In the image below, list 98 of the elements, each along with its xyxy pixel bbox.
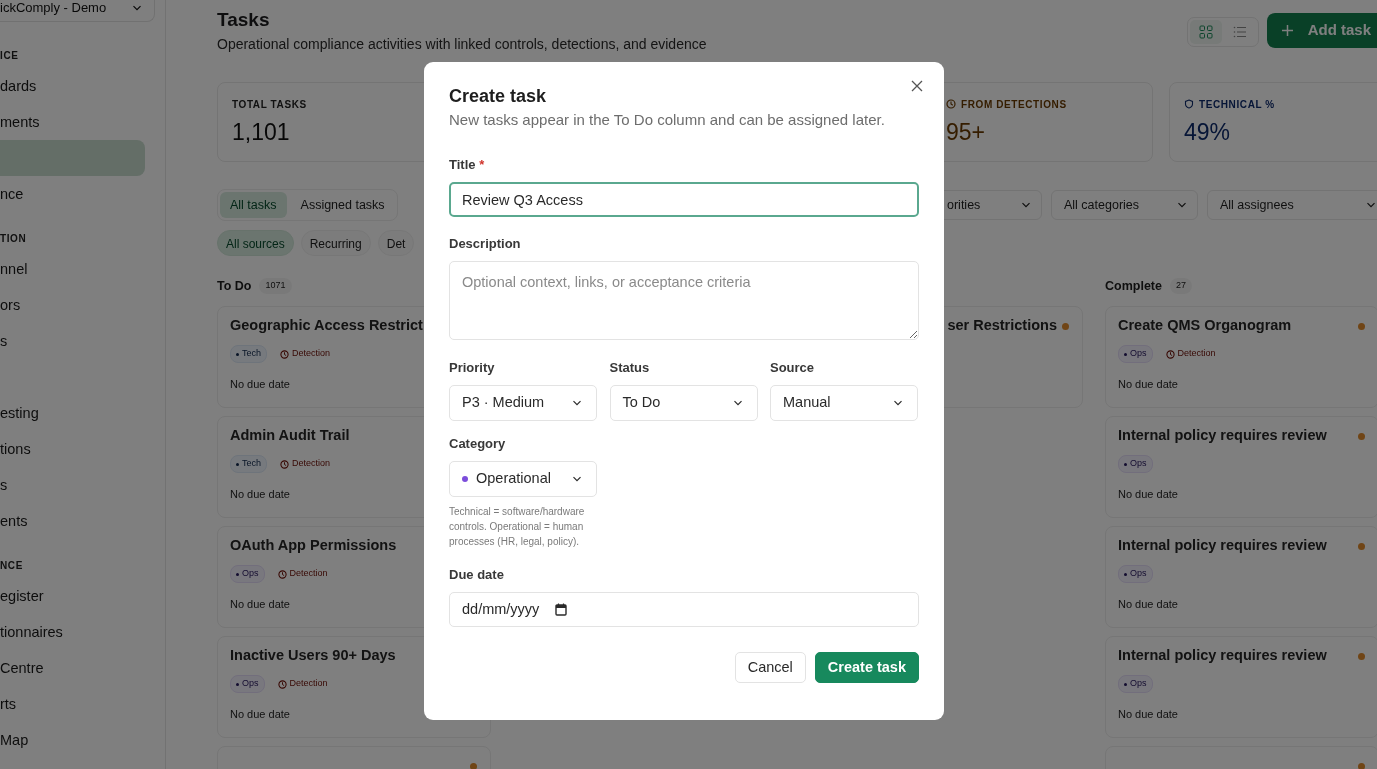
chevron-icon	[893, 398, 903, 408]
task-title: Internal policy requires review	[1118, 536, 1327, 556]
task-title: Inactive Users 90+ Days	[230, 646, 396, 666]
category-tag: Ops	[230, 565, 265, 583]
create-button[interactable]: Create task	[814, 652, 919, 683]
grid-view-button[interactable]	[1189, 20, 1222, 44]
select-field[interactable]: P3 · Medium	[449, 385, 597, 421]
category-tag: Tech	[230, 455, 267, 473]
field-label: Description	[449, 236, 521, 251]
sidebar-item[interactable]: tionnaires	[0, 614, 145, 650]
sidebar-item[interactable]: ments	[0, 104, 145, 140]
dialog-title: Create task	[449, 85, 548, 108]
due-date: No due date	[1118, 707, 1179, 722]
task-title: Create QMS Organogram	[1118, 316, 1292, 336]
source-filter-chip[interactable]: Recurring	[300, 230, 371, 256]
stat-value: 95+	[946, 118, 986, 147]
sidebar-item[interactable]: dards	[0, 68, 145, 104]
due-date: No due date	[230, 487, 291, 502]
detection-label: Detection	[289, 567, 328, 581]
dialog-subtitle: New tasks appear in the To Do column and can be assigned later.	[449, 110, 885, 130]
date-field[interactable]: dd/mm/yyyy	[449, 592, 919, 627]
source-filter-chip[interactable]: All sources	[217, 230, 294, 256]
stat-label: FROM DETECTIONS	[961, 97, 1067, 112]
calendar-icon[interactable]	[555, 603, 568, 616]
task-title: OAuth App Permissions	[230, 536, 397, 556]
sidebar-item[interactable]: rts	[0, 686, 145, 722]
description-field[interactable]: Optional context, links, or acceptance criteria	[449, 261, 919, 340]
select-field[interactable]: To Do	[609, 385, 758, 421]
category-tag: Ops	[230, 675, 265, 693]
task-title: Internal policy requires review	[1118, 646, 1327, 666]
close-icon	[910, 79, 924, 93]
sidebar-item[interactable]: nnel	[0, 251, 145, 287]
detection-label: Detection	[292, 457, 331, 471]
section-heading: ICE	[0, 49, 20, 63]
shield-icon	[1184, 99, 1194, 109]
task-title: Geographic Access Restrict	[230, 316, 423, 336]
required-mark: *	[479, 157, 485, 172]
sidebar-item[interactable]: egister	[0, 578, 145, 614]
count-badge: 1071	[259, 278, 292, 294]
due-date: No due date	[1118, 597, 1179, 612]
source-filter-chip[interactable]: Det	[377, 230, 415, 256]
due-date: No due date	[1118, 377, 1179, 392]
filter-dropdown[interactable]: All categories	[1051, 190, 1198, 220]
add-task-button[interactable]: Add task	[1266, 13, 1377, 48]
filter-dropdown[interactable]: All assignees	[1207, 190, 1377, 220]
sidebar-item[interactable]: ents	[0, 503, 145, 539]
column-title: To Do	[217, 277, 252, 295]
filter-tab[interactable]: All tasks	[220, 191, 287, 219]
due-date: No due date	[230, 377, 291, 392]
sidebar-item[interactable]: Map	[0, 722, 145, 758]
count-badge: 27	[1169, 278, 1192, 294]
filter-tab[interactable]: Assigned tasks	[290, 191, 395, 219]
stat-value: 1,101	[232, 118, 291, 147]
chevron-icon	[1366, 200, 1376, 210]
detection-label: Detection	[1177, 347, 1216, 361]
detection-label: Detection	[289, 677, 328, 691]
chevron-icon	[1021, 200, 1031, 210]
sidebar-item[interactable]: esting	[0, 395, 145, 431]
task-title: Internal policy requires review	[1118, 426, 1327, 446]
category-tag: Ops	[1118, 455, 1153, 473]
due-date: No due date	[1118, 487, 1179, 502]
grid-icon	[1198, 25, 1213, 39]
stat-label: TOTAL TASKS	[232, 97, 307, 112]
sidebar-item[interactable]: s	[0, 323, 145, 359]
category-tag: Ops	[1118, 565, 1153, 583]
chevron-icon	[732, 398, 743, 408]
section-heading: TION	[0, 232, 28, 246]
sidebar-item[interactable]: Centre	[0, 650, 145, 686]
due-date: No due date	[230, 707, 291, 722]
column-title: Complete	[1105, 277, 1162, 295]
detection-label: Detection	[292, 347, 331, 361]
close-button[interactable]	[910, 79, 924, 93]
sidebar-item[interactable]: nce	[0, 176, 145, 212]
select-field[interactable]: Manual	[770, 385, 918, 421]
category-tag: Ops	[1118, 675, 1153, 693]
sidebar-item[interactable]: ors	[0, 287, 145, 323]
workspace-selector[interactable]: ickComply - Demo	[0, 0, 155, 22]
chevron-icon	[572, 398, 582, 408]
section-heading: NCE	[0, 559, 24, 573]
title-field[interactable]: Review Q3 Access	[449, 182, 919, 217]
page-title: Tasks	[217, 8, 271, 32]
stat-label: TECHNICAL %	[1199, 97, 1275, 112]
page-subtitle: Operational compliance activities with linked controls, detections, and evidence	[217, 35, 707, 54]
task-title: Admin Audit Trail	[230, 426, 350, 446]
field-label: Title	[449, 157, 476, 172]
task-title: ser Restrictions	[947, 316, 1057, 336]
cancel-button[interactable]: Cancel	[734, 652, 806, 683]
plus-icon	[1280, 24, 1294, 37]
field-label: Status	[609, 360, 650, 375]
chevron-icon	[572, 474, 582, 484]
category-tag: Tech	[230, 345, 267, 363]
chevron-icon	[1177, 200, 1187, 210]
category-tag: Ops	[1118, 345, 1153, 363]
stat-value: 49%	[1184, 118, 1232, 147]
sidebar-item[interactable]: tions	[0, 431, 145, 467]
sidebar-item[interactable]: s	[0, 467, 145, 503]
list-icon	[1232, 25, 1247, 39]
category-select[interactable]: Operational	[449, 461, 597, 497]
